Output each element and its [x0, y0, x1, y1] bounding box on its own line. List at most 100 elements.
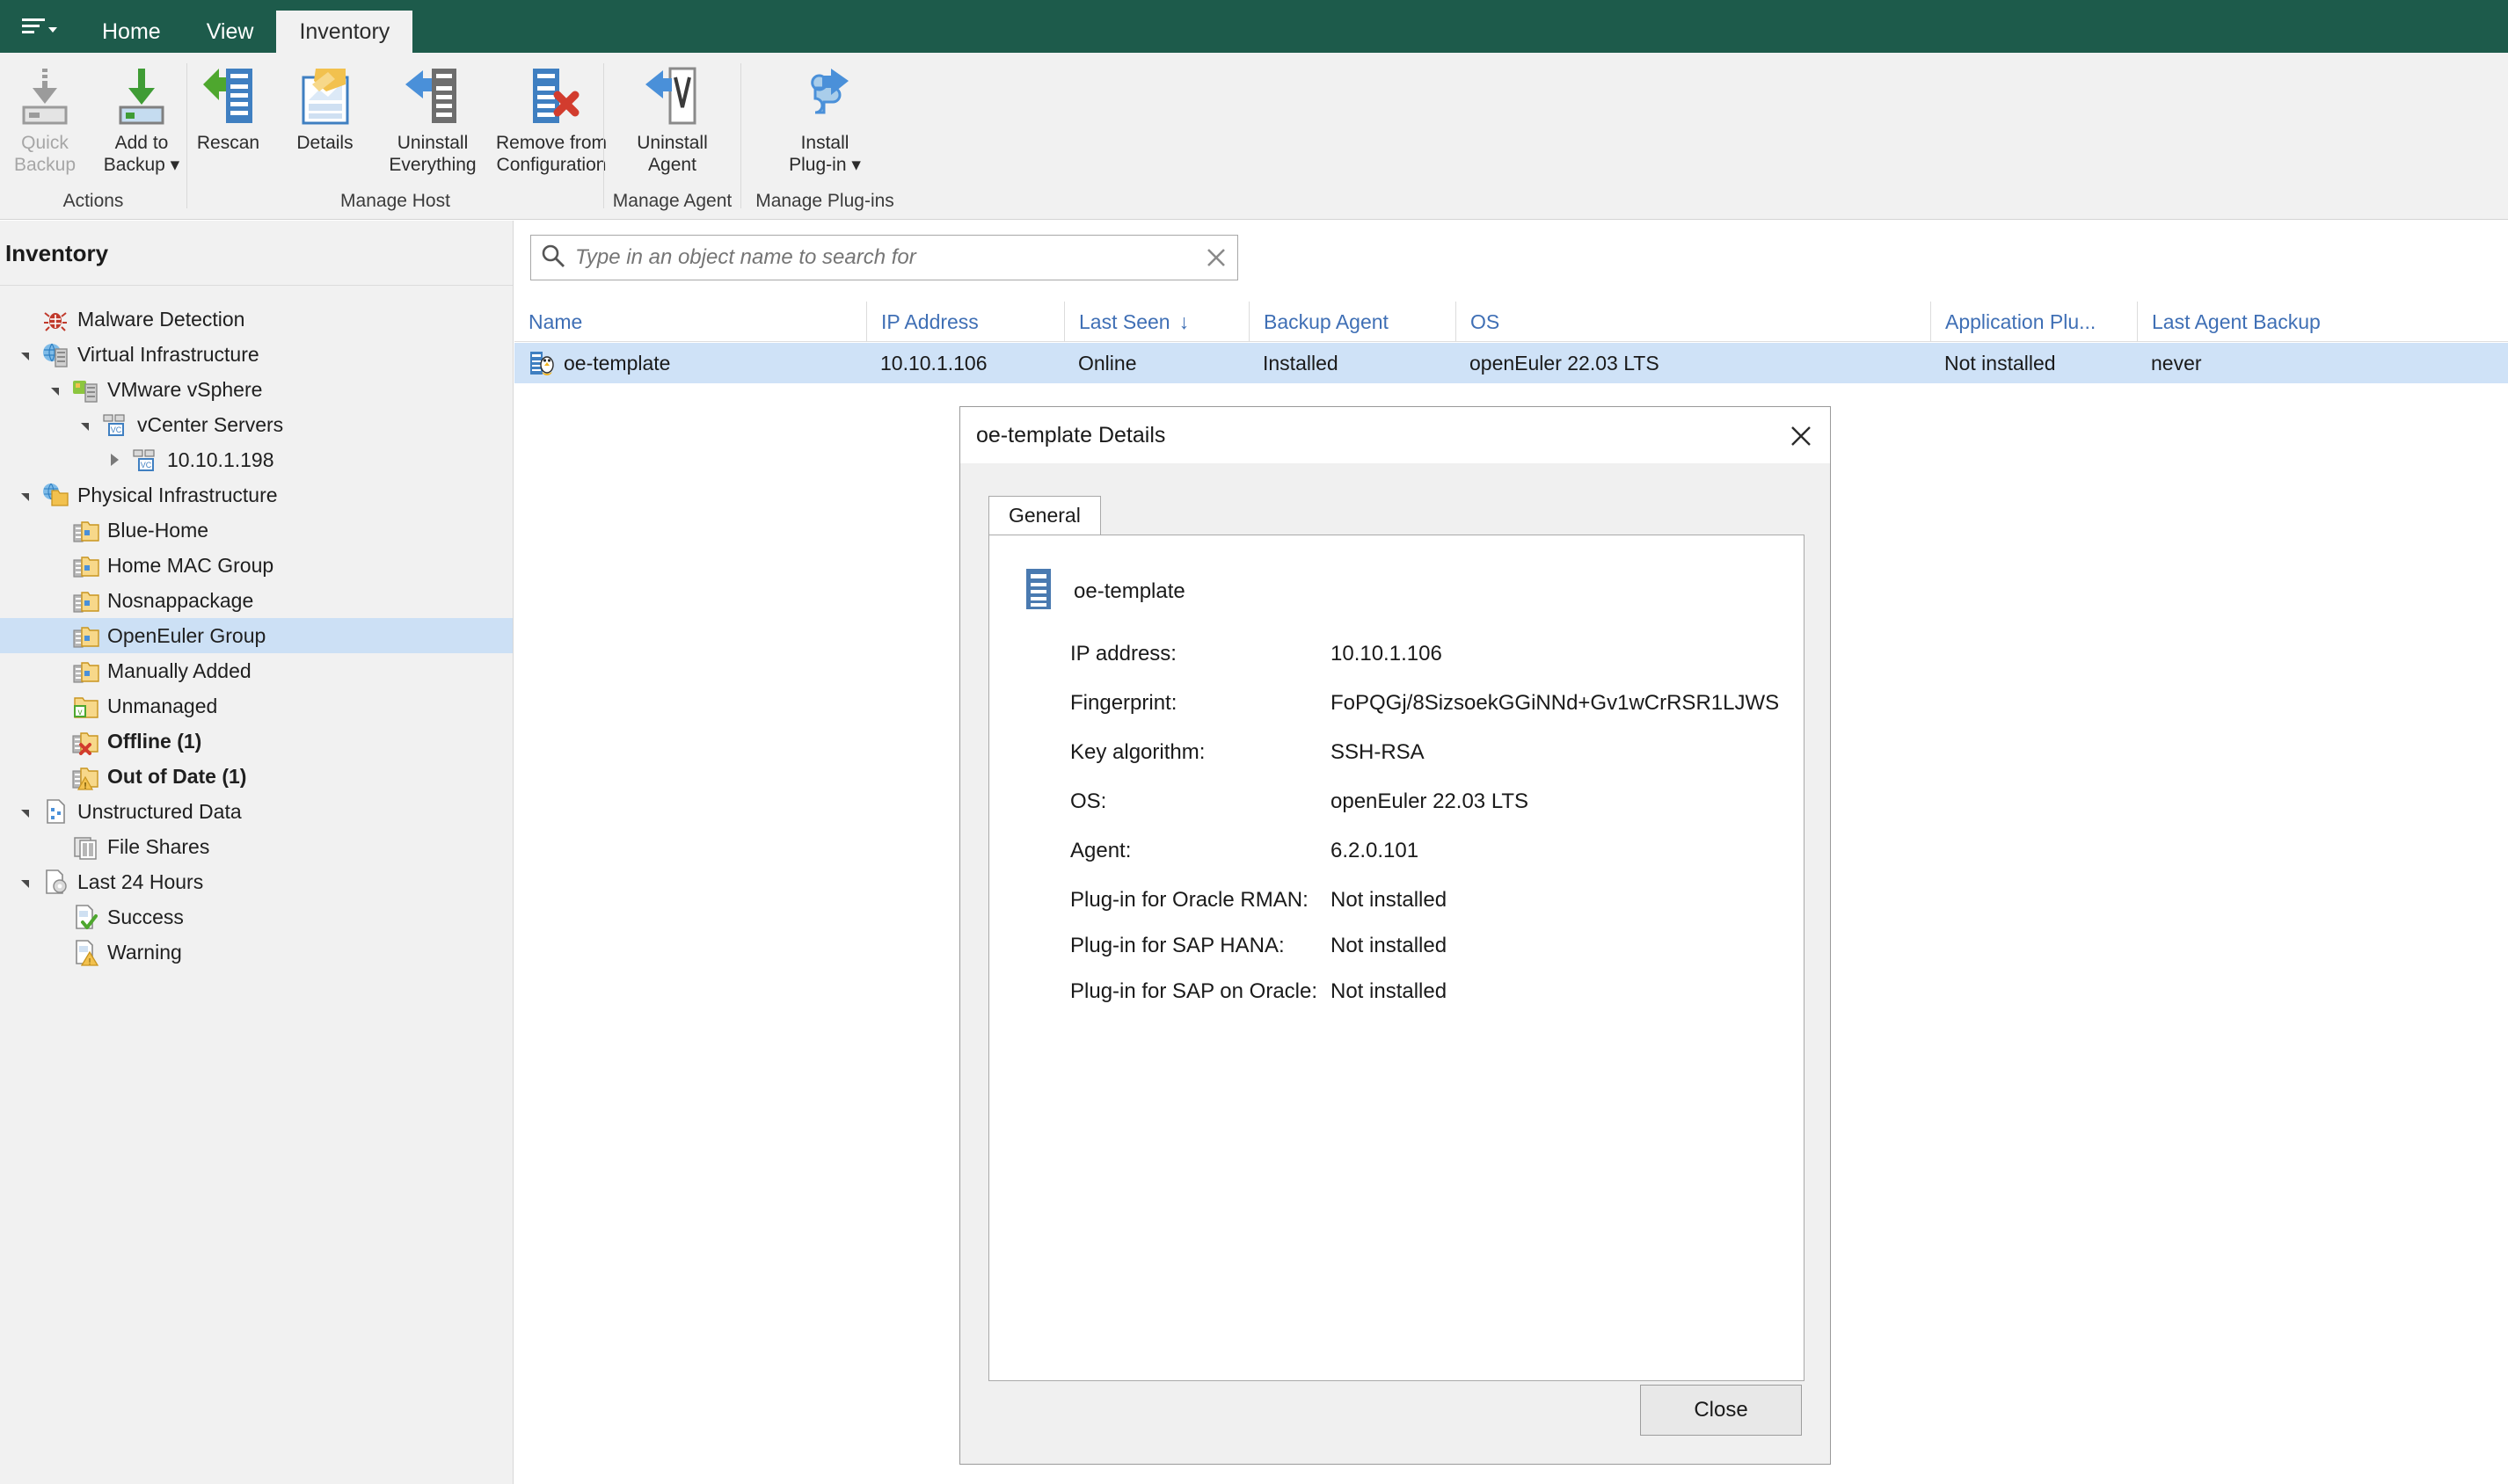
ribbon-group-actions-label: Actions: [62, 191, 124, 211]
uninstall-everything-button[interactable]: Uninstall Everything: [374, 53, 492, 176]
column-header-name[interactable]: Name: [514, 302, 866, 342]
sidebar-item-label: VMware vSphere: [107, 377, 263, 401]
table-cell: oe-template: [514, 343, 866, 383]
dialog-field-value: FoPQGj/8SizsoekGGiNNd+Gv1wCrRSR1LJWSlu: [1331, 691, 1779, 715]
tree-expander-open-icon[interactable]: [11, 351, 39, 360]
sidebar-item-unmanaged[interactable]: v Unmanaged: [0, 688, 513, 724]
sidebar-item-nosnappackage[interactable]: Nosnappackage: [0, 583, 513, 618]
ribbon-group-manage-agent: Uninstall Agent Manage Agent: [604, 53, 740, 220]
globe-server-icon: [39, 340, 72, 368]
sidebar-item-manually-added[interactable]: Manually Added: [0, 653, 513, 688]
tree-expander-open-icon[interactable]: [11, 808, 39, 818]
sidebar-item-unstructured-data[interactable]: Unstructured Data: [0, 794, 513, 829]
sidebar-item-label: Malware Detection: [77, 307, 245, 331]
dialog-field-label: Agent:: [1070, 839, 1132, 862]
sidebar-item-malware-detection[interactable]: Malware Detection: [0, 302, 513, 337]
table-row[interactable]: oe-template 10.10.1.106 Online Installed ope…: [514, 343, 2508, 383]
uninstall-everything-label: Uninstall Everything: [389, 133, 477, 175]
uninstall-agent-label: Uninstall Agent: [637, 133, 708, 175]
tree-expander-open-icon[interactable]: [11, 491, 39, 501]
install-plugin-label: Install Plug-in ▾: [789, 133, 861, 175]
remove-from-configuration-icon: [522, 63, 580, 128]
dialog-field-row: Key algorithm: SSH-RSA: [1070, 740, 1804, 765]
dialog-field-label: Plug-in for SAP HANA:: [1070, 934, 1285, 957]
dialog-field-value: 10.10.1.106: [1331, 642, 1442, 666]
column-header-last-seen[interactable]: Last Seen ↓: [1064, 301, 1249, 342]
dialog-field-value: Not installed: [1331, 979, 1447, 1003]
sidebar-item-home-mac-group[interactable]: Home MAC Group: [0, 548, 513, 583]
tree-expander-open-icon[interactable]: [11, 878, 39, 888]
svg-text:VC: VC: [141, 461, 152, 469]
tree-expander-open-icon[interactable]: [40, 386, 69, 396]
column-header-label: Last Seen: [1079, 309, 1170, 333]
tab-inventory[interactable]: Inventory: [276, 11, 413, 53]
sidebar-item-label: OpenEuler Group: [107, 623, 266, 647]
add-to-backup-icon: [115, 63, 168, 128]
dialog-field-row: Fingerprint: FoPQGj/8SizsoekGGiNNd+Gv1wCr…: [1070, 691, 1804, 716]
column-header-backup-agent[interactable]: Backup Agent: [1249, 301, 1455, 342]
search-input[interactable]: [573, 244, 1195, 271]
sidebar-item-offline-1[interactable]: Offline (1): [0, 724, 513, 759]
sidebar-item-blue-home[interactable]: Blue-Home: [0, 513, 513, 548]
tree-expander-closed-icon[interactable]: [100, 454, 128, 466]
install-plugin-button[interactable]: Install Plug-in ▾: [766, 53, 885, 176]
group-folder-icon: [69, 551, 102, 579]
column-header-os[interactable]: OS: [1455, 301, 1930, 342]
tab-general[interactable]: General: [988, 496, 1101, 535]
clear-icon[interactable]: [1195, 245, 1237, 270]
sidebar-item-vmware-vsphere[interactable]: VMware vSphere: [0, 372, 513, 407]
dialog-host-name: oe-template: [1074, 578, 1185, 603]
tab-home[interactable]: Home: [79, 11, 184, 53]
dialog-field-row: Plug-in for SAP HANA: Not installed: [1070, 934, 1804, 958]
column-header-application-plu[interactable]: Application Plu...: [1930, 301, 2137, 342]
hamburger-menu-icon[interactable]: [0, 0, 79, 53]
search-bar[interactable]: [530, 235, 1238, 280]
sidebar-item-physical-infrastructure[interactable]: Physical Infrastructure: [0, 477, 513, 513]
uninstall-agent-button[interactable]: Uninstall Agent: [613, 53, 732, 176]
details-button[interactable]: Details: [277, 53, 374, 154]
dialog-field-label: Plug-in for Oracle RMAN:: [1070, 888, 1309, 912]
table-cell: Not installed: [1930, 343, 2137, 383]
ribbon-group-manage-plugins-label: Manage Plug-ins: [755, 191, 894, 211]
sidebar-item-label: Offline (1): [107, 729, 202, 753]
sidebar-item-10-10-1-198[interactable]: VC 10.10.1.198: [0, 442, 513, 477]
dialog-field-label: Plug-in for SAP on Oracle:: [1070, 979, 1318, 1003]
sidebar-item-openeuler-group[interactable]: OpenEuler Group: [0, 618, 513, 653]
quick-backup-button[interactable]: Quick Backup: [0, 53, 93, 176]
remove-from-configuration-button[interactable]: Remove from Configuration: [492, 53, 611, 176]
dialog-field-value: Not installed: [1331, 934, 1447, 957]
dialog-field-row: Agent: 6.2.0.101: [1070, 839, 1804, 863]
sidebar-item-vcenter-servers[interactable]: VC vCenter Servers: [0, 407, 513, 442]
sidebar-item-out-of-date-1[interactable]: ! Out of Date (1): [0, 759, 513, 794]
dialog-general-panel: oe-template IP address: 10.10.1.106 Finger…: [988, 535, 1804, 1381]
rescan-label: Rescan: [196, 133, 260, 153]
ribbon-group-manage-plugins: Install Plug-in ▾ Manage Plug-ins: [741, 53, 908, 220]
table-cell-text: 10.10.1.106: [880, 352, 988, 375]
column-header-ip-address[interactable]: IP Address: [866, 301, 1064, 342]
sidebar-item-virtual-infrastructure[interactable]: Virtual Infrastructure: [0, 337, 513, 372]
tree-expander-open-icon[interactable]: [70, 421, 98, 431]
sidebar-item-last-24-hours[interactable]: Last 24 Hours: [0, 864, 513, 899]
vcenter-icon: VC: [98, 411, 132, 439]
dialog-fields: IP address: 10.10.1.106 Fingerprint: FoPQGj…: [989, 642, 1804, 1004]
sidebar-item-label: File Shares: [107, 834, 210, 858]
ribbon-tab-strip: Home View Inventory: [0, 0, 2508, 53]
sidebar-item-label: Last 24 Hours: [77, 869, 204, 893]
dialog-host-header: oe-template: [1023, 567, 1804, 615]
sidebar-item-file-shares[interactable]: File Shares: [0, 829, 513, 864]
sidebar-item-label: vCenter Servers: [137, 412, 284, 436]
column-header-label: IP Address: [881, 309, 979, 333]
close-button[interactable]: Close: [1640, 1385, 1802, 1436]
group-folder-icon: [69, 516, 102, 544]
sidebar-item-warning[interactable]: ! Warning: [0, 935, 513, 970]
sidebar-item-success[interactable]: Success: [0, 899, 513, 935]
rescan-button[interactable]: Rescan: [180, 53, 277, 154]
table-cell-text: openEuler 22.03 LTS: [1469, 352, 1659, 375]
column-header-last-agent-backup[interactable]: Last Agent Backup: [2137, 301, 2401, 342]
svg-text:!: !: [84, 782, 86, 790]
dialog-body: General oe-template IP address: 10.10.1.…: [960, 463, 1830, 1464]
close-icon[interactable]: [1781, 416, 1821, 456]
add-to-backup-button[interactable]: Add to Backup ▾: [93, 53, 190, 176]
tab-view[interactable]: View: [184, 11, 277, 53]
globe-folder-icon: [39, 481, 72, 509]
